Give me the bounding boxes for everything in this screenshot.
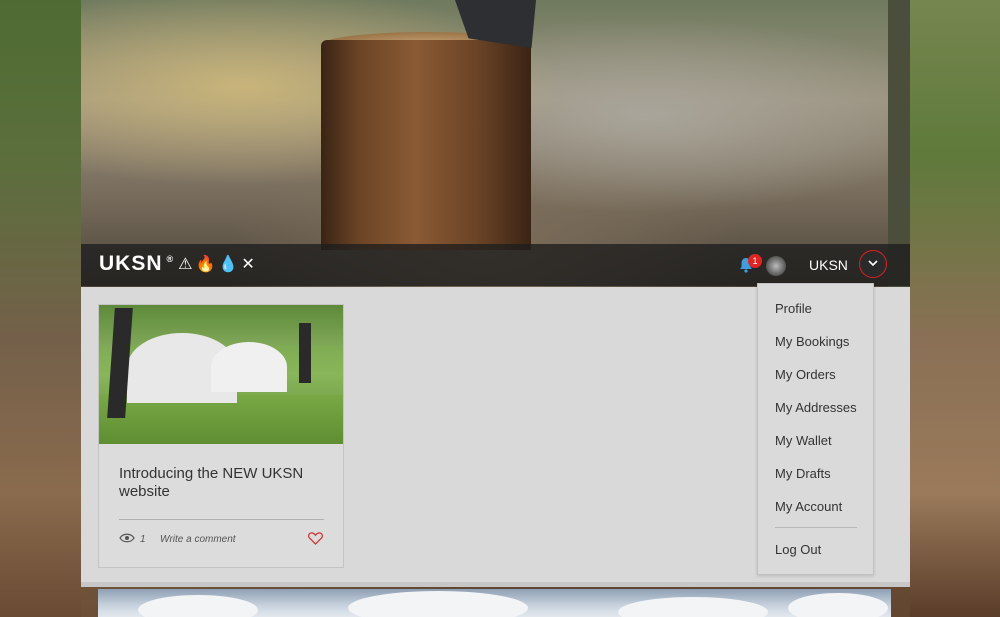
background-left <box>0 0 81 617</box>
menu-item-my-addresses[interactable]: My Addresses <box>775 400 857 415</box>
menu-item-my-wallet[interactable]: My Wallet <box>775 433 832 448</box>
avatar[interactable] <box>766 256 786 276</box>
background-right <box>910 0 1000 617</box>
menu-item-my-account[interactable]: My Account <box>775 499 842 514</box>
menu-item-my-drafts[interactable]: My Drafts <box>775 466 831 481</box>
menu-item-my-bookings[interactable]: My Bookings <box>775 334 849 349</box>
view-count: 1 <box>119 533 146 546</box>
post-title[interactable]: Introducing the NEW UKSN website <box>119 465 329 501</box>
next-post-image[interactable] <box>98 589 891 617</box>
notification-badge: 1 <box>748 254 762 268</box>
menu-item-profile[interactable]: Profile <box>775 301 812 316</box>
image-cloud <box>138 595 258 617</box>
heart-icon[interactable] <box>308 532 323 550</box>
image-cloud <box>618 597 768 617</box>
logo-glyphs: ⚠🔥💧✕ <box>178 256 258 273</box>
image-cloud <box>348 591 528 617</box>
site-logo[interactable]: UKSN ® ⚠🔥💧✕ <box>99 252 258 276</box>
eye-icon <box>119 533 135 546</box>
menu-divider <box>775 527 857 528</box>
write-comment-link[interactable]: Write a comment <box>160 534 236 545</box>
content-separator <box>81 582 910 587</box>
menu-item-log-out[interactable]: Log Out <box>775 542 821 557</box>
account-menu-toggle[interactable] <box>859 250 887 278</box>
image-tent <box>211 342 287 392</box>
divider <box>119 519 324 520</box>
chevron-down-icon <box>867 255 879 273</box>
post-cover-image[interactable] <box>99 305 343 444</box>
log <box>321 40 531 250</box>
site-header: UKSN ® ⚠🔥💧✕ 1 UKSN <box>81 244 910 286</box>
blog-post-card[interactable]: Introducing the NEW UKSN website 1 Write… <box>98 304 344 568</box>
account-dropdown-menu: Profile My Bookings My Orders My Address… <box>757 283 874 575</box>
view-count-value: 1 <box>140 534 146 545</box>
menu-item-my-orders[interactable]: My Orders <box>775 367 836 382</box>
image-flag <box>299 323 311 383</box>
logo-text: UKSN <box>99 252 163 275</box>
image-cloud <box>788 593 888 617</box>
user-name[interactable]: UKSN <box>809 257 848 273</box>
registered-mark: ® <box>166 254 175 264</box>
